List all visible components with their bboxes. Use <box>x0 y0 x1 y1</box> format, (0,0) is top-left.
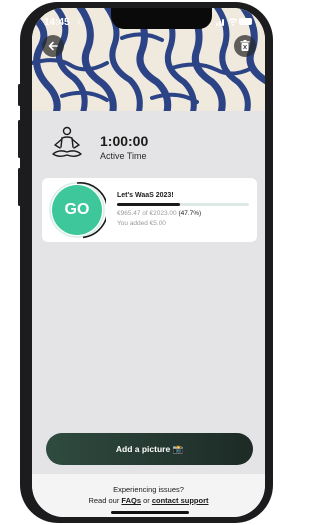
go-badge: GO <box>52 185 102 235</box>
back-button[interactable] <box>42 35 64 57</box>
phone-side-button <box>18 168 21 206</box>
phone-power-button <box>271 125 273 185</box>
signal-icon <box>222 19 224 26</box>
add-picture-button[interactable]: Add a picture 📸 <box>46 433 253 465</box>
status-time: 14:45 <box>44 17 70 28</box>
status-bar: 14:45 ☾ <box>32 8 265 34</box>
battery-icon <box>239 18 252 25</box>
meditation-icon <box>52 126 82 157</box>
delete-button[interactable] <box>234 35 256 57</box>
issues-text: Experiencing issues? <box>113 485 184 494</box>
campaign-progress-bar <box>117 203 249 206</box>
add-picture-label: Add a picture 📸 <box>115 443 184 454</box>
contact-support-link[interactable]: contact support <box>152 496 209 505</box>
active-time-value: 1:00:00 <box>100 133 149 149</box>
faqs-link[interactable]: FAQs <box>121 496 141 505</box>
campaign-percent: (47.7%) <box>178 210 202 217</box>
help-footer: Experiencing issues? Read our FAQs or co… <box>32 474 265 517</box>
phone-side-button <box>18 120 21 158</box>
arrow-left-icon <box>48 41 58 51</box>
or-text: or <box>141 496 152 505</box>
trash-icon <box>240 40 250 51</box>
app-screen: 14:45 ☾ 1:00:00 Active Time GO Let's Waa… <box>32 8 265 517</box>
campaign-progress-fill <box>117 203 180 206</box>
help-line: Read our FAQs or contact support <box>32 496 265 505</box>
signal-icon <box>216 23 218 26</box>
campaign-raised-amount: €965.47 of €2023.00 <box>117 210 177 217</box>
campaign-title: Let's WaaS 2023! <box>117 192 174 199</box>
read-our-text: Read our <box>88 496 122 505</box>
go-badge-label: GO <box>64 201 90 218</box>
phone-side-button <box>18 84 21 106</box>
status-icons <box>216 18 252 26</box>
campaign-raised: €965.47 of €2023.00 (47.7%) <box>117 210 201 217</box>
wifi-icon <box>228 18 238 26</box>
active-time-label: Active Time <box>100 151 147 161</box>
camera-notch <box>111 8 212 29</box>
moon-icon: ☾ <box>77 17 86 27</box>
campaign-user-contribution: You added €5.00 <box>117 220 166 227</box>
campaign-card[interactable]: GO Let's WaaS 2023! €965.47 of €2023.00 … <box>42 178 257 242</box>
signal-icon <box>219 21 221 26</box>
home-indicator <box>111 511 189 514</box>
